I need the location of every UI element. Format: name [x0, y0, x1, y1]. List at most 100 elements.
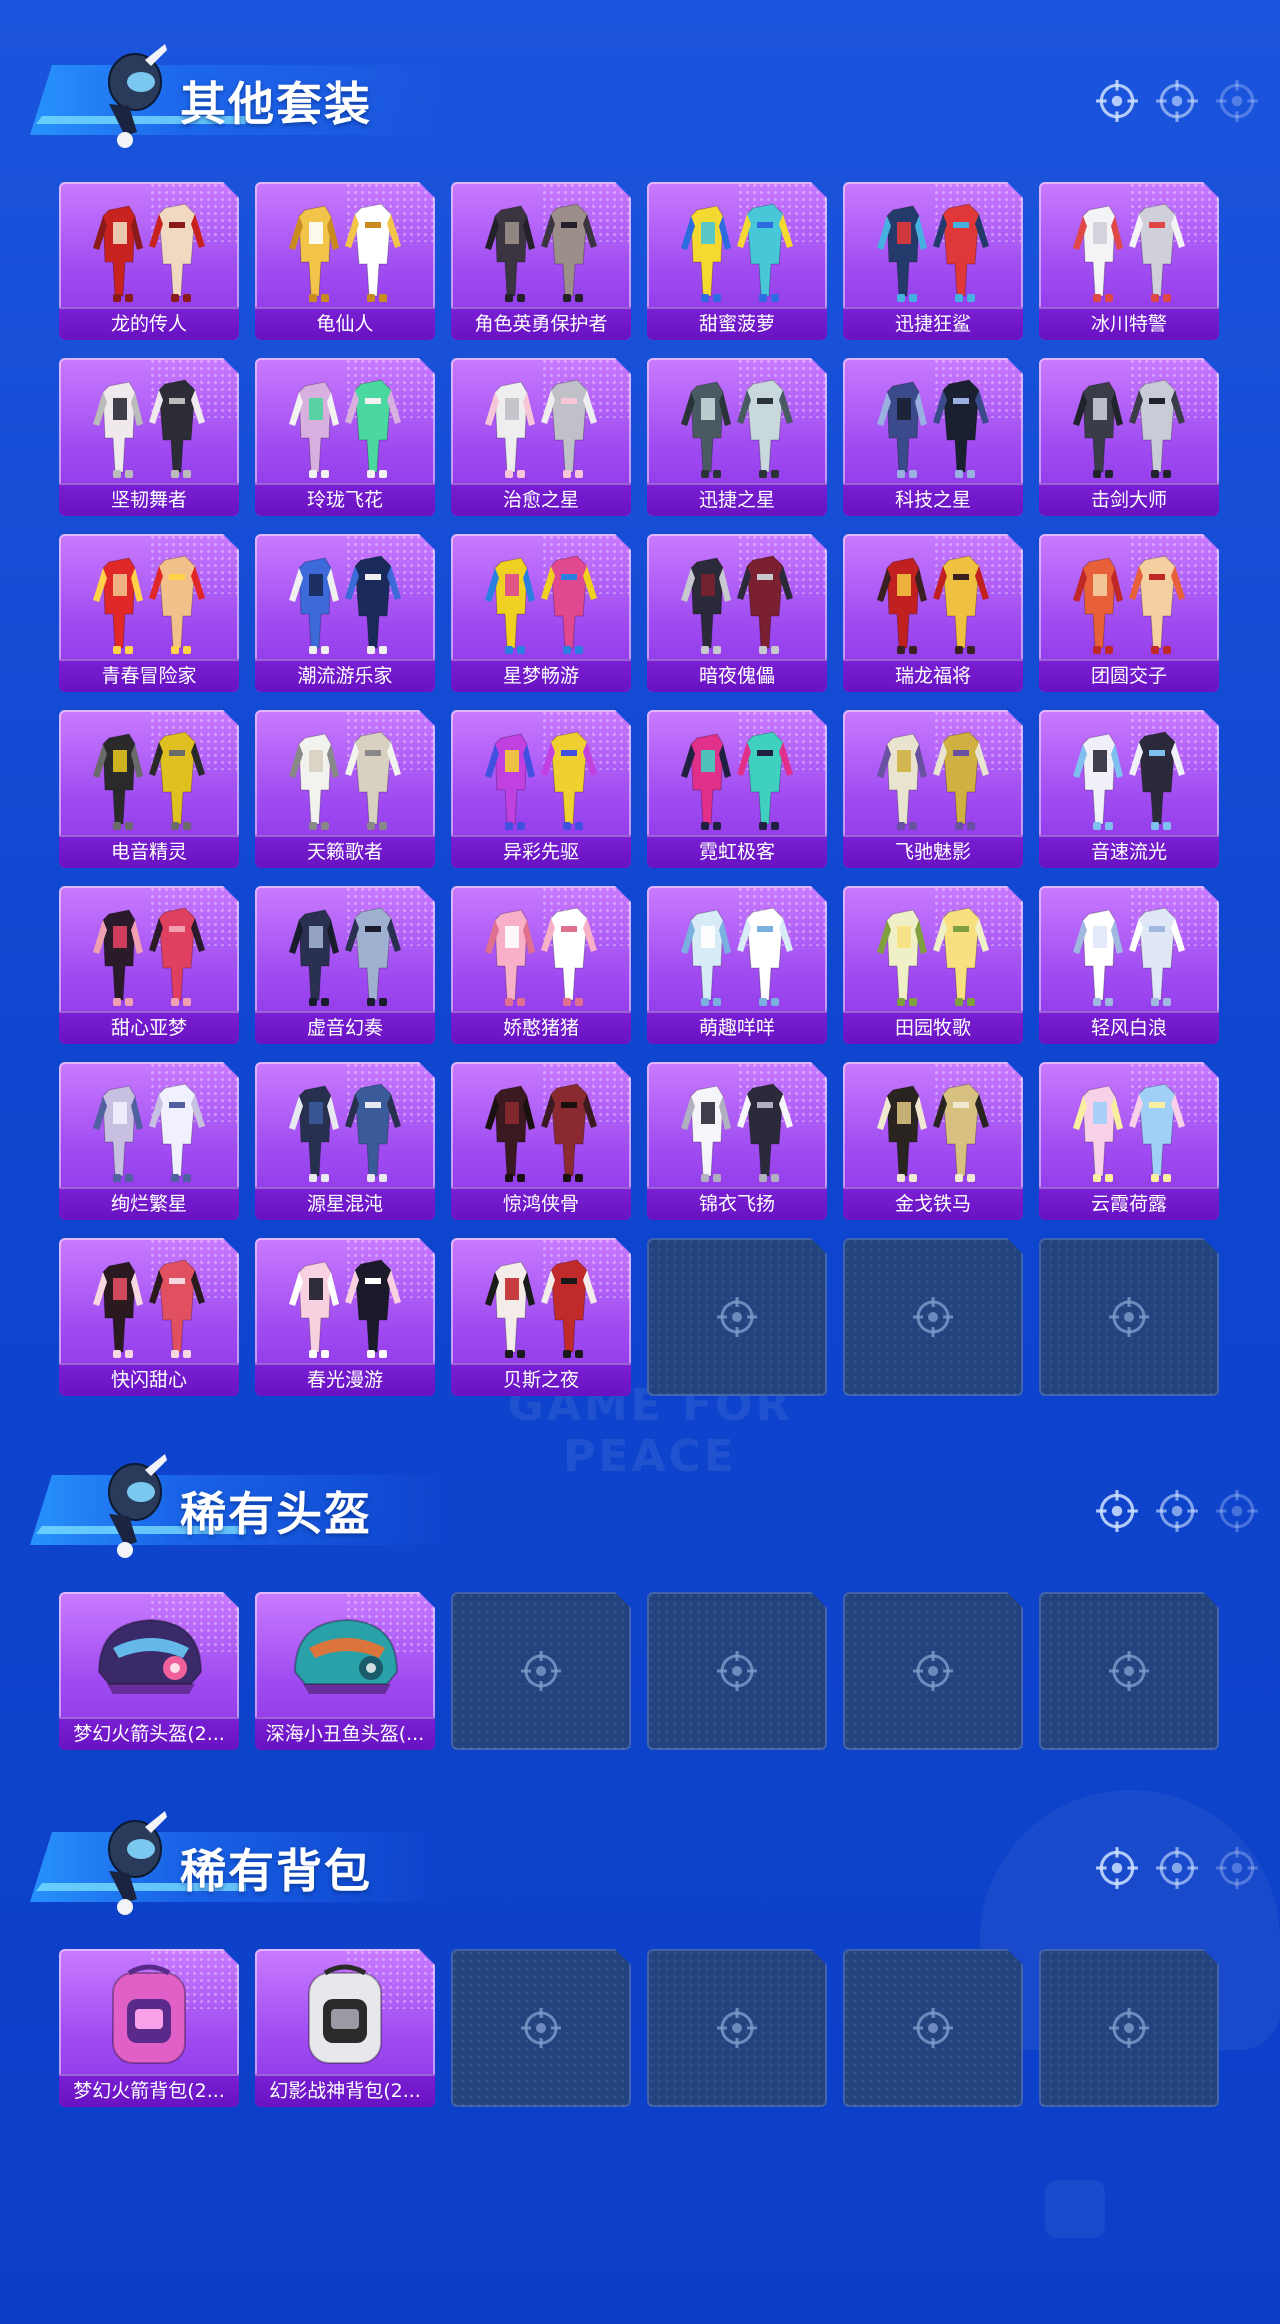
item-card[interactable]: 电音精灵	[59, 710, 239, 868]
item-card[interactable]: 梦幻火箭背包(2...	[59, 1949, 239, 2107]
item-card[interactable]: 龟仙人	[255, 182, 435, 340]
section-rare-helmets: 稀有头盔 梦幻火箭头盔(2... 深海小丑鱼头盔(...	[0, 1450, 1280, 1580]
item-name: 云霞荷露	[1039, 1187, 1219, 1220]
item-card[interactable]: 天籁歌者	[255, 710, 435, 868]
item-name: 电音精灵	[59, 835, 239, 868]
item-name: 暗夜傀儡	[647, 659, 827, 692]
item-card[interactable]: 惊鸿侠骨	[451, 1062, 631, 1220]
item-card[interactable]: 轻风白浪	[1039, 886, 1219, 1044]
outfit-image	[667, 192, 807, 304]
item-card[interactable]: 潮流游乐家	[255, 534, 435, 692]
item-card[interactable]: 音速流光	[1039, 710, 1219, 868]
outfit-image	[79, 720, 219, 832]
item-card[interactable]: 田园牧歌	[843, 886, 1023, 1044]
item-card[interactable]: 星梦畅游	[451, 534, 631, 692]
item-card[interactable]: 春光漫游	[255, 1238, 435, 1396]
outfit-image	[275, 544, 415, 656]
outfit-image	[863, 720, 1003, 832]
item-card[interactable]: 金戈铁马	[843, 1062, 1023, 1220]
item-name: 春光漫游	[255, 1363, 435, 1396]
outfit-image	[79, 544, 219, 656]
item-name: 田园牧歌	[843, 1011, 1023, 1044]
item-card[interactable]: 坚韧舞者	[59, 358, 239, 516]
empty-slot	[843, 1238, 1023, 1396]
item-card[interactable]: 甜心亚梦	[59, 886, 239, 1044]
crosshair-icon	[1107, 1649, 1151, 1693]
item-name: 甜心亚梦	[59, 1011, 239, 1044]
outfit-image	[863, 192, 1003, 304]
section-header: 稀有头盔	[0, 1450, 1280, 1580]
outfit-image	[471, 720, 611, 832]
item-card[interactable]: 治愈之星	[451, 358, 631, 516]
outfit-image	[79, 1248, 219, 1360]
item-name: 坚韧舞者	[59, 483, 239, 516]
item-name: 惊鸿侠骨	[451, 1187, 631, 1220]
item-card[interactable]: 团圆交子	[1039, 534, 1219, 692]
crosshair-icon	[1214, 1845, 1260, 1891]
item-card[interactable]: 虚音幻奏	[255, 886, 435, 1044]
outfit-image	[863, 368, 1003, 480]
item-card[interactable]: 飞驰魅影	[843, 710, 1023, 868]
item-name: 绚烂繁星	[59, 1187, 239, 1220]
item-card[interactable]: 快闪甜心	[59, 1238, 239, 1396]
item-grid: 梦幻火箭头盔(2... 深海小丑鱼头盔(...	[59, 1592, 1219, 1750]
section-other-outfits: 其他套装 龙的传人 龟仙人 角色英勇保护者 甜蜜菠萝 迅捷狂鲨 冰川特警 坚韧舞者 玲珑飞花 治愈…	[0, 40, 1280, 170]
item-card[interactable]: 击剑大师	[1039, 358, 1219, 516]
item-card[interactable]: 绚烂繁星	[59, 1062, 239, 1220]
item-card[interactable]: 暗夜傀儡	[647, 534, 827, 692]
backpack-background-decoration	[1045, 2180, 1105, 2238]
item-grid: 梦幻火箭背包(2... 幻影战神背包(2...	[59, 1949, 1219, 2107]
item-card[interactable]: 异彩先驱	[451, 710, 631, 868]
outfit-image	[275, 896, 415, 1008]
item-card[interactable]: 角色英勇保护者	[451, 182, 631, 340]
outfit-image	[79, 368, 219, 480]
item-name: 瑞龙福将	[843, 659, 1023, 692]
section-header: 稀有背包	[0, 1807, 1280, 1937]
item-card[interactable]: 源星混沌	[255, 1062, 435, 1220]
item-name: 快闪甜心	[59, 1363, 239, 1396]
empty-slot	[1039, 1238, 1219, 1396]
item-name: 深海小丑鱼头盔(...	[255, 1717, 435, 1750]
item-card[interactable]: 瑞龙福将	[843, 534, 1023, 692]
crosshair-icon	[519, 2006, 563, 2050]
item-card[interactable]: 玲珑飞花	[255, 358, 435, 516]
item-name: 萌趣咩咩	[647, 1011, 827, 1044]
item-card[interactable]: 冰川特警	[1039, 182, 1219, 340]
item-name: 幻影战神背包(2...	[255, 2074, 435, 2107]
mascot-icon	[95, 1807, 169, 1919]
outfit-image	[471, 192, 611, 304]
crosshair-icon	[1094, 1488, 1140, 1534]
item-card[interactable]: 娇憨猪猪	[451, 886, 631, 1044]
item-name: 治愈之星	[451, 483, 631, 516]
outfit-image	[863, 544, 1003, 656]
item-card[interactable]: 幻影战神背包(2...	[255, 1949, 435, 2107]
item-card[interactable]: 迅捷狂鲨	[843, 182, 1023, 340]
item-card[interactable]: 龙的传人	[59, 182, 239, 340]
item-name: 源星混沌	[255, 1187, 435, 1220]
outfit-image	[275, 1072, 415, 1184]
item-card[interactable]: 迅捷之星	[647, 358, 827, 516]
outfit-image	[667, 896, 807, 1008]
item-card[interactable]: 霓虹极客	[647, 710, 827, 868]
section-title: 稀有头盔	[180, 1487, 372, 1541]
backpack-image	[275, 1959, 415, 2071]
item-card[interactable]: 青春冒险家	[59, 534, 239, 692]
item-card[interactable]: 甜蜜菠萝	[647, 182, 827, 340]
empty-slot	[451, 1592, 631, 1750]
item-card[interactable]: 科技之星	[843, 358, 1023, 516]
item-card[interactable]: 深海小丑鱼头盔(...	[255, 1592, 435, 1750]
item-card[interactable]: 梦幻火箭头盔(2...	[59, 1592, 239, 1750]
item-card[interactable]: 锦衣飞扬	[647, 1062, 827, 1220]
crosshair-icon	[1154, 1488, 1200, 1534]
outfit-image	[1059, 1072, 1199, 1184]
item-name: 轻风白浪	[1039, 1011, 1219, 1044]
item-name: 科技之星	[843, 483, 1023, 516]
item-card[interactable]: 云霞荷露	[1039, 1062, 1219, 1220]
item-card[interactable]: 萌趣咩咩	[647, 886, 827, 1044]
item-name: 异彩先驱	[451, 835, 631, 868]
empty-slot	[647, 1238, 827, 1396]
item-card[interactable]: 贝斯之夜	[451, 1238, 631, 1396]
outfit-image	[275, 1248, 415, 1360]
crosshair-icon	[1107, 1295, 1151, 1339]
item-name: 飞驰魅影	[843, 835, 1023, 868]
